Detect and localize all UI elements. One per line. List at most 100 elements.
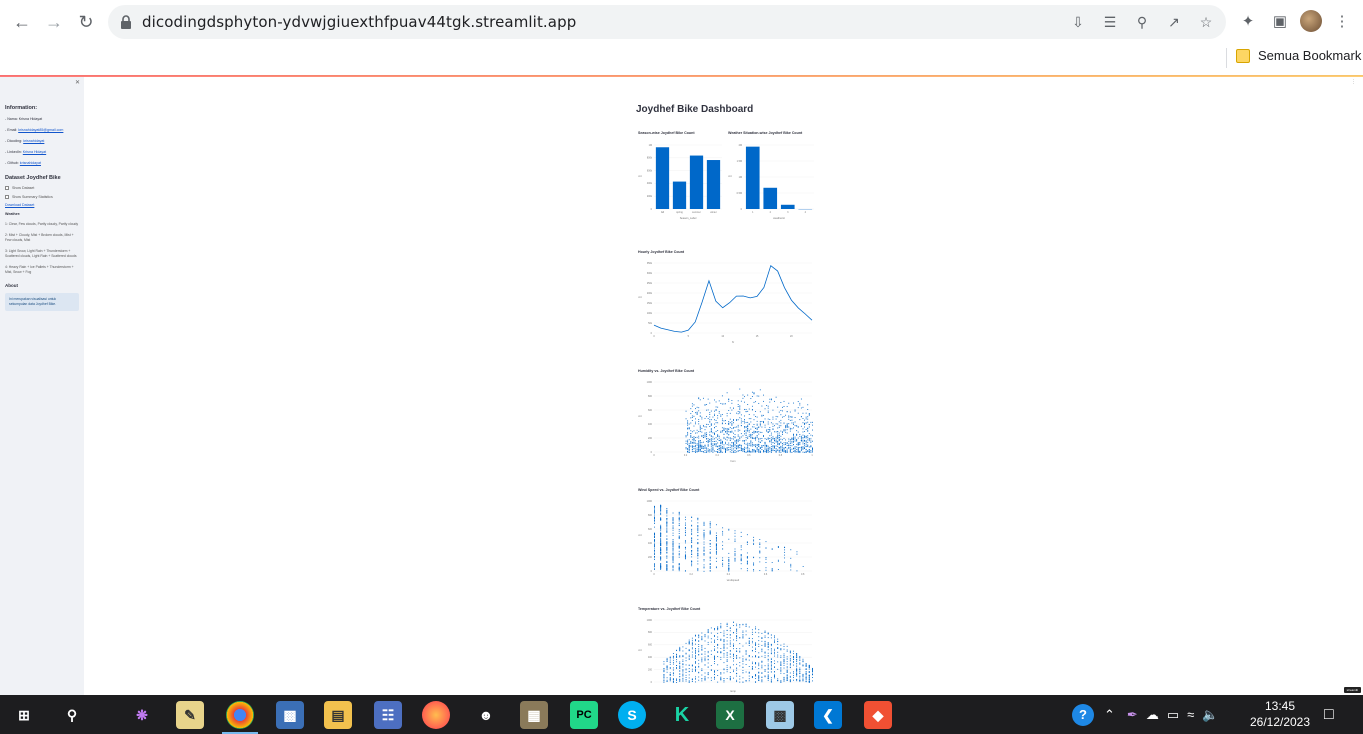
scatter-point: [736, 625, 738, 627]
avatar[interactable]: [1300, 10, 1322, 32]
notepad-icon[interactable]: ▩: [766, 701, 794, 729]
share-icon[interactable]: ↗: [1162, 11, 1186, 33]
scatter-point: [745, 435, 747, 436]
help-icon[interactable]: ?: [1072, 703, 1094, 726]
scatter-point: [704, 678, 706, 680]
wifi-icon[interactable]: ≈: [1187, 707, 1194, 722]
scatter-point: [733, 643, 734, 645]
scatter-point: [805, 674, 807, 675]
checkbox-label: Show Dataset: [12, 186, 35, 190]
back-icon[interactable]: ←: [10, 10, 34, 34]
scatter-point: [712, 438, 714, 440]
file-explorer-icon[interactable]: ▤: [324, 701, 352, 729]
scatter-point: [812, 669, 813, 671]
scatter-point: [699, 450, 701, 452]
scatter-point: [756, 437, 758, 439]
onedrive-icon[interactable]: ☁: [1146, 707, 1159, 723]
excel-icon[interactable]: X: [716, 701, 744, 729]
kotlin-icon[interactable]: K: [668, 701, 696, 729]
checkbox-box[interactable]: [5, 186, 9, 190]
scatter-point: [699, 431, 701, 433]
scatter-point: [725, 449, 726, 451]
pycharm-icon[interactable]: PC: [570, 701, 598, 729]
scatter-point: [704, 445, 706, 447]
bookmark-label: Semua Bookmark: [1258, 48, 1362, 63]
install-icon[interactable]: ⇩: [1066, 11, 1090, 33]
scatter-point: [753, 556, 755, 558]
skype-icon[interactable]: S: [618, 701, 646, 729]
lock-icon: [121, 15, 131, 29]
scatter-point: [709, 522, 711, 524]
scatter-point: [763, 445, 764, 447]
checkbox-box[interactable]: [5, 195, 9, 199]
folder-icon: [1236, 48, 1250, 63]
scatter-point: [666, 529, 668, 531]
volume-icon[interactable]: 🔈: [1202, 707, 1218, 723]
zoom-icon[interactable]: ⚲: [1130, 11, 1154, 33]
scatter-point: [666, 523, 668, 525]
scatter-point: [793, 438, 794, 439]
winrar-icon[interactable]: ▦: [520, 701, 548, 729]
github-link[interactable]: krisnahidayat: [20, 161, 41, 165]
scatter-point: [751, 438, 753, 439]
scatter-point: [807, 444, 809, 446]
scatter-point: [786, 451, 788, 453]
scatter-point: [660, 508, 662, 510]
nama-value: Krisna Hidayat: [18, 117, 43, 121]
scatter-point: [707, 438, 709, 440]
extensions-icon[interactable]: ✦: [1236, 10, 1260, 34]
show-summary-checkbox[interactable]: Show Summary Statistics: [5, 195, 79, 199]
scatter-point: [778, 443, 780, 444]
scatter-point: [799, 656, 801, 658]
chevron-up-icon[interactable]: ⌃: [1104, 707, 1115, 723]
email-link[interactable]: krisnahidayat85@gmail.com: [18, 128, 63, 132]
address-bar[interactable]: dicodingdsphyton-ydvwjgiuexthfpuav44tgk.…: [108, 5, 1226, 39]
app-menu-icon[interactable]: ⋮: [1351, 79, 1357, 85]
made-with-streamlit-badge[interactable]: streamlit: [1343, 687, 1361, 693]
start-icon[interactable]: ⊞: [10, 701, 38, 729]
scatter-point: [794, 436, 796, 438]
download-dataset-link[interactable]: Download Dataset: [5, 203, 79, 207]
scatter-point: [714, 399, 715, 401]
scatter-point: [793, 444, 794, 446]
paint-icon[interactable]: ✎: [176, 701, 204, 729]
scatter-point: [684, 553, 686, 555]
menu-icon[interactable]: ⋮: [1330, 10, 1354, 34]
pen-icon[interactable]: ✒: [1127, 707, 1138, 723]
battery-icon[interactable]: ▭: [1167, 707, 1179, 723]
close-icon[interactable]: ✕: [75, 79, 80, 86]
search-icon[interactable]: ⚲: [58, 701, 86, 729]
taskview-icon[interactable]: ❋: [128, 701, 156, 729]
vm-icon[interactable]: ▩: [276, 701, 304, 729]
scatter-point: [812, 671, 813, 673]
side-panel-icon[interactable]: ▣: [1268, 10, 1292, 34]
scatter-point: [715, 440, 717, 442]
translate-icon[interactable]: ☰: [1098, 11, 1122, 33]
vscode-icon[interactable]: ❮: [814, 701, 842, 729]
scatter-point: [715, 551, 717, 553]
url-text[interactable]: dicodingdsphyton-ydvwjgiuexthfpuav44tgk.…: [142, 13, 576, 31]
star-icon[interactable]: ☆: [1194, 11, 1218, 33]
show-dataset-checkbox[interactable]: Show Dataset: [5, 186, 79, 190]
dicoding-link[interactable]: krisnahidayat: [23, 139, 44, 143]
forward-icon[interactable]: →: [42, 10, 66, 34]
firefox-icon[interactable]: [422, 701, 450, 729]
chrome-icon[interactable]: [226, 701, 254, 729]
pdf-icon[interactable]: ☷: [374, 701, 402, 729]
scatter-point: [669, 661, 671, 663]
scatter-point: [748, 429, 750, 431]
scatter-point: [789, 662, 791, 664]
all-bookmarks-button[interactable]: Semua Bookmark: [1236, 48, 1361, 63]
git-icon[interactable]: ◆: [864, 701, 892, 729]
x-tick-label: 1: [752, 211, 754, 214]
notification-icon[interactable]: □: [1324, 695, 1334, 734]
app-icon[interactable]: ☻: [472, 701, 500, 729]
reload-icon[interactable]: ↻: [74, 10, 98, 34]
scatter-point: [728, 570, 730, 572]
linkedin-link[interactable]: Krisna Hidayat: [23, 150, 46, 154]
scatter-point: [805, 450, 807, 452]
scatter-point: [725, 431, 726, 432]
clock[interactable]: 13:45 26/12/2023: [1248, 698, 1312, 730]
scatter-point: [704, 679, 706, 681]
scatter-point: [731, 451, 733, 453]
